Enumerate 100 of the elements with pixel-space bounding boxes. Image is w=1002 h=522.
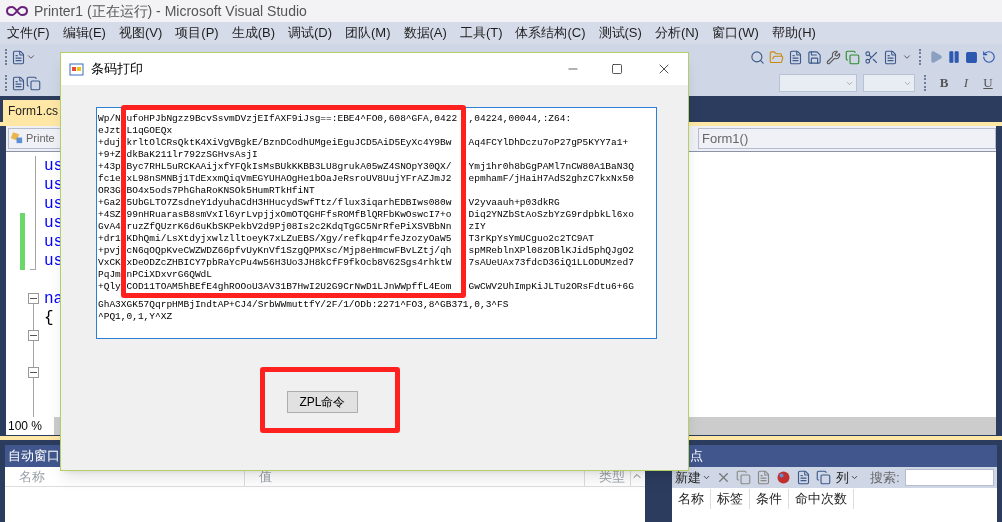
- text-line: ,04224,00044,:Z64:: [468, 113, 572, 124]
- document-icon[interactable]: [11, 49, 26, 65]
- text-line: +dr1: [98, 233, 121, 244]
- search-icon[interactable]: [750, 49, 765, 65]
- menu-item[interactable]: 帮助(H): [766, 23, 821, 43]
- text-line: cN6qOQpKveCWZWDZ66pfvUyKnVf1SzgQPMXsc/Mjp8eHmcwFBvLZtj/qh: [126, 245, 452, 256]
- text-line: ufoHPJbNgzz9BcvSsvmDVzjEIfAXF9iJsg==:EBE4^FO0,608^GFA,0422: [126, 113, 458, 124]
- text-line: Diq2YNZbStAoSzbYzG9rdpbkLl6xo: [468, 209, 634, 220]
- text-line: +duj: [98, 137, 121, 148]
- menu-item[interactable]: 分析(N): [649, 23, 704, 43]
- pane-title: 自动窗口: [8, 447, 60, 466]
- menu-item[interactable]: 团队(M): [340, 23, 396, 43]
- stop-icon[interactable]: [965, 50, 978, 64]
- text-line: Ymj1hr0h8bGgPAMl7nCW80A1BaN3Q: [468, 161, 634, 172]
- menu-item[interactable]: 窗口(W): [706, 23, 764, 43]
- text-line: Byc7RHL5uRCKAAijxfYFQkIsMsBUkKKBB3LU8grukA05wZ4SNOpY30QX/: [126, 161, 452, 172]
- menu-item[interactable]: 测试(S): [593, 23, 647, 43]
- text-line: dkBaK211lr792zSGHvsAsjI: [126, 149, 258, 160]
- format-button[interactable]: I: [958, 73, 974, 93]
- text-line: VxCK: [98, 257, 121, 268]
- menu-item[interactable]: 视图(V): [113, 23, 168, 43]
- text-line: nPCiXDxvrG6QWdL: [126, 269, 212, 280]
- text-line: 5UbGLTO7ZsdneY1dyuhaCdH3HHucydSwfTtz/flux3iqarhEDBIws080w: [126, 197, 452, 208]
- text-line: L1qGOEQx: [126, 125, 173, 136]
- text-line: T3rKpYsYmUCguo2c2TC9AT: [468, 233, 594, 244]
- columns-button[interactable]: 列: [836, 467, 859, 488]
- collapse-icon[interactable]: [28, 293, 39, 304]
- column-header[interactable]: 名称: [672, 489, 711, 509]
- text-line: xL98nSMNBj1TdExxmQiqVmEGYUHAOgHe1bOaJeRsroUV8UujYFrAZJmJ2: [126, 173, 452, 184]
- menu-item[interactable]: 工具(T): [454, 23, 508, 43]
- window-title: Printer1 (正在运行) - Microsoft Visual Studio: [34, 1, 307, 21]
- text-line: Aq4FCYlDhDczu7oP27gP5KYY7a1+: [468, 137, 629, 148]
- document-icon[interactable]: [11, 75, 26, 91]
- pause-icon[interactable]: [947, 50, 961, 64]
- text-line: 99nHRuarasB8smVxIl6yrLvpjjxOmOTQGHFfsROMfBlQRFbKwOswcI7+o: [126, 209, 452, 220]
- text-line: COD11TOAM5hBEfE4ghROOoU3AV31B7HwI2U2G9CrNwD1LJnWWpffL4Eom: [126, 281, 452, 292]
- menu-item[interactable]: 项目(P): [170, 23, 224, 43]
- document-icon[interactable]: [788, 49, 803, 65]
- column-header[interactable]: 命中次数: [789, 489, 854, 509]
- text-line: +Qly: [98, 281, 121, 292]
- zpl-button[interactable]: ZPL命令: [287, 391, 358, 413]
- member-combo[interactable]: Form1(): [698, 128, 996, 149]
- copy-icon[interactable]: [26, 75, 41, 91]
- format-button[interactable]: B: [936, 73, 952, 93]
- infinity-logo-icon: [6, 6, 28, 16]
- document-icon[interactable]: [796, 470, 811, 485]
- text-line: GwCWV2UhImpKiJLTu2ORsFdtu6+6G: [468, 281, 634, 292]
- copy-icon[interactable]: [816, 470, 831, 485]
- ball-icon[interactable]: [776, 470, 791, 485]
- wrench-icon[interactable]: [826, 49, 841, 65]
- caret-icon[interactable]: [26, 52, 36, 62]
- app-icon: [69, 61, 84, 77]
- text-area[interactable]: [96, 107, 657, 339]
- text-line: OR3G: [98, 185, 121, 196]
- text-line: +43p: [98, 161, 121, 172]
- delete-icon[interactable]: [716, 470, 731, 485]
- new-button[interactable]: 新建: [675, 467, 711, 488]
- text-line: GhA3XGK57QqrpHMBjIndtAP+CJ4/SrbWWmuttfY/2F/1/ODb:2271^FO3,8^GB371,0,3^FS: [98, 299, 509, 310]
- collapse-icon[interactable]: [28, 330, 39, 341]
- zoom-combo[interactable]: 100 %: [6, 417, 54, 435]
- pane-title: 点: [690, 447, 703, 466]
- caret-icon[interactable]: [902, 52, 912, 62]
- text-line: KDhQmi/LsXtdyjxwlzlltoeyK7xLZuEBS/Xgy/refkqp4rfeJzozyOaW5: [126, 233, 452, 244]
- search-label: 搜索:: [870, 468, 900, 487]
- collapse-icon[interactable]: [28, 367, 39, 378]
- menu-item[interactable]: 数据(A): [398, 23, 452, 43]
- menu-item[interactable]: 编辑(E): [57, 23, 111, 43]
- text-line: PqJm: [98, 269, 121, 280]
- text-line: epmhamF/jHaiH7AdS2ghzC7kxNx50: [468, 173, 634, 184]
- text-line: Wp/N: [98, 113, 121, 124]
- document-tab[interactable]: Form1.cs: [3, 100, 63, 122]
- maximize-icon[interactable]: [611, 63, 623, 75]
- menu-item[interactable]: 体系结构(C): [510, 23, 591, 43]
- text-line: +Ga2: [98, 197, 121, 208]
- caret-icon: [702, 473, 711, 482]
- menu-item[interactable]: 文件(F): [2, 23, 55, 43]
- text-line: BO4x5ods7PhGhaRoKNSOk5HumRTkHfiNT: [126, 185, 315, 196]
- search-field[interactable]: [904, 469, 994, 486]
- text-line: V2yvaauh+p03dkRG: [468, 197, 560, 208]
- menu-item[interactable]: 生成(B): [226, 23, 280, 43]
- text-line: spMReblnXPl08zOBlKJid5phQJgO2: [468, 245, 634, 256]
- text-line: eJzt: [98, 125, 121, 136]
- text-line: ruzZfQUzrK6d6uKbSKPekbV2d9Pj08Is2c2KdqTgGC5NrRfePiXSVBbNn: [126, 221, 452, 232]
- copy-icon[interactable]: [845, 49, 860, 65]
- menu-item[interactable]: 调试(D): [283, 23, 338, 43]
- text-line: 7sAUeUAx73fdcD36iQ1LLODUMzed7: [468, 257, 634, 268]
- text-line: ^PQ1,0,1,Y^XZ: [98, 311, 173, 322]
- scissors-icon[interactable]: [864, 49, 879, 65]
- format-button[interactable]: U: [980, 73, 996, 93]
- text-line: xDeODZcZHBICY7pbRaYcPu4w56H3Uo3JH8kCfF9fkOcb8V62Sgs4rhktW: [126, 257, 452, 268]
- column-header[interactable]: 标签: [711, 489, 750, 509]
- column-header[interactable]: 条件: [750, 489, 789, 509]
- text-line: GvA4: [98, 221, 121, 232]
- text-line: +pvj: [98, 245, 121, 256]
- document-icon[interactable]: [883, 49, 898, 65]
- document-icon[interactable]: [756, 470, 771, 485]
- code-text: {: [44, 307, 54, 329]
- class-icon: [11, 132, 24, 145]
- text-line: +9+Z: [98, 149, 121, 160]
- restart-icon[interactable]: [982, 50, 996, 64]
